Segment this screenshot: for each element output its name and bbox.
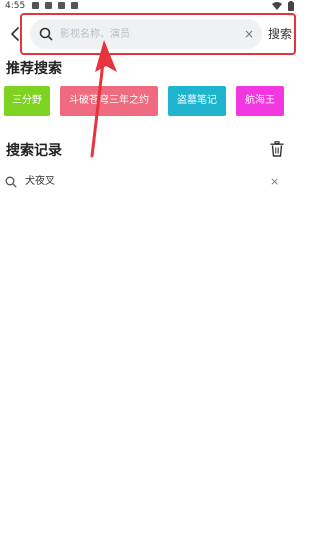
search-icon xyxy=(5,176,17,188)
hot-search-tag[interactable]: 航海王 xyxy=(236,86,284,116)
hot-search-tag[interactable]: 盗墓笔记 xyxy=(168,86,226,116)
back-arrow-icon xyxy=(11,27,19,41)
annotation-arrow xyxy=(90,40,117,158)
system-icons xyxy=(272,1,294,11)
hot-search-title: 推荐搜索 xyxy=(6,61,62,77)
history-item-label: 犬夜叉 xyxy=(25,176,55,187)
download-icon xyxy=(58,2,65,9)
notification-icons xyxy=(32,2,78,10)
hot-search-tag[interactable]: 三分野 xyxy=(4,86,50,116)
download-icon xyxy=(71,2,78,9)
notification-icon xyxy=(45,2,52,9)
annotation-highlight-box xyxy=(20,13,296,55)
wifi-icon xyxy=(272,2,282,10)
hot-search-tag[interactable]: 斗破苍穹三年之约 xyxy=(60,86,158,116)
app-screen: 4:55 × xyxy=(0,0,300,536)
history-delete-icon[interactable]: × xyxy=(270,174,279,190)
search-history-title: 搜索记录 xyxy=(6,143,62,159)
hot-search-tags: 三分野 斗破苍穹三年之约 盗墓笔记 航海王 xyxy=(0,86,300,116)
status-time: 4:55 xyxy=(5,1,26,11)
notification-icon xyxy=(32,2,39,9)
history-item[interactable]: 犬夜叉 × xyxy=(0,172,300,192)
status-bar: 4:55 xyxy=(0,0,300,12)
trash-icon[interactable] xyxy=(270,141,284,157)
search-history-list: 犬夜叉 × xyxy=(0,172,300,192)
battery-icon xyxy=(288,1,294,11)
